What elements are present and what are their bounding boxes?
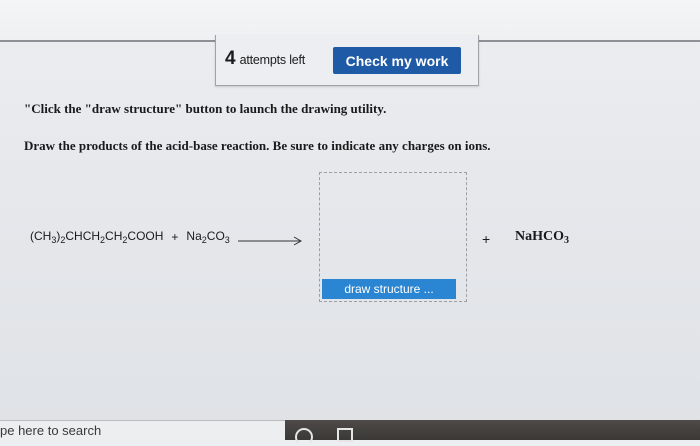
- plus-sign: +: [171, 230, 179, 244]
- reaction-equation: (CH3)2CHCH2CH2COOH + Na2CO3: [30, 229, 230, 245]
- plus-sign: +: [482, 231, 491, 247]
- cortana-icon[interactable]: [295, 428, 313, 446]
- check-my-work-button[interactable]: Check my work: [333, 47, 461, 74]
- reactant-base: Na2CO3: [186, 229, 230, 245]
- reactant-acid: (CH3)2CHCH2CH2COOH: [30, 229, 164, 245]
- attempts-count: 4: [225, 48, 236, 69]
- instruction-acid-base: Draw the products of the acid-base react…: [24, 138, 491, 153]
- instruction-draw-utility: "Click the "draw structure" button to la…: [24, 101, 387, 116]
- attempts-label: attempts left: [239, 53, 306, 67]
- reaction-arrow-icon: [238, 236, 303, 246]
- product-sodium-bicarbonate: NaHCO3: [515, 229, 569, 246]
- attempts-indicator: 4 attempts left: [225, 48, 305, 70]
- taskbar-search-input[interactable]: pe here to search: [0, 420, 285, 441]
- draw-structure-button[interactable]: draw structure ...: [322, 279, 456, 299]
